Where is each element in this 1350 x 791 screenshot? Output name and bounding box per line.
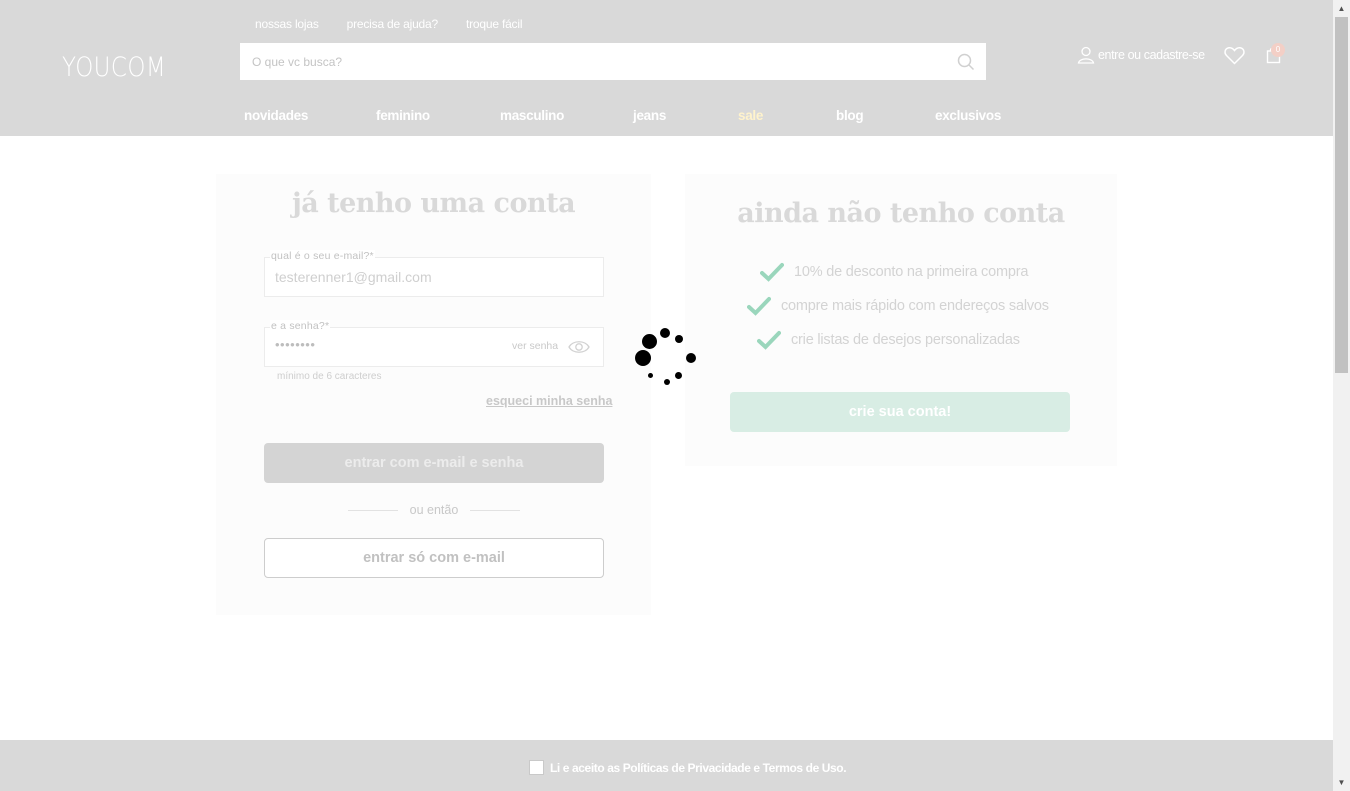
or-divider: ou então <box>348 503 520 517</box>
nav-masculino[interactable]: masculino <box>500 108 564 123</box>
top-links: nossas lojas precisa de ajuda? troque fá… <box>255 17 522 31</box>
benefit-text: 10% de desconto na primeira compra <box>794 264 1029 280</box>
scrollbar-thumb[interactable] <box>1335 17 1348 373</box>
user-icon <box>1077 46 1095 64</box>
password-label: e a senha?* <box>270 320 331 332</box>
nav-exclusivos[interactable]: exclusivos <box>935 108 1001 123</box>
check-icon <box>747 296 771 316</box>
password-value: •••••••• <box>275 337 316 352</box>
create-account-button[interactable]: crie sua conta! <box>730 392 1070 432</box>
check-icon <box>760 262 784 282</box>
scroll-up-arrow-icon[interactable]: ▲ <box>1333 0 1350 17</box>
benefit-item: 10% de desconto na primeira compra <box>760 262 1028 282</box>
nav-blog[interactable]: blog <box>836 108 864 123</box>
wishlist-heart-icon[interactable] <box>1224 46 1245 70</box>
youcom-logo[interactable]: YOUCOM <box>62 52 166 83</box>
email-only-login-button[interactable]: entrar só com e-mail <box>264 538 604 578</box>
password-hint: mínimo de 6 caracteres <box>277 371 382 382</box>
search-bar <box>240 43 986 80</box>
email-value: testerenner1@gmail.com <box>275 269 432 285</box>
privacy-consent: Li e aceito as Políticas de Privacidade … <box>529 760 847 775</box>
login-title: já tenho uma conta <box>291 188 576 219</box>
link-nossas-lojas[interactable]: nossas lojas <box>255 17 319 31</box>
cart-count-badge: 0 <box>1271 43 1285 57</box>
divider-line <box>348 509 398 511</box>
nav-feminino[interactable]: feminino <box>376 108 430 123</box>
register-title: ainda não tenho conta <box>737 198 1065 229</box>
benefit-text: crie listas de desejos personalizadas <box>791 332 1020 348</box>
loading-spinner-icon <box>630 326 700 390</box>
consent-label: Li e aceito as Políticas de Privacidade … <box>550 760 847 775</box>
link-troque-facil[interactable]: troque fácil <box>466 17 523 31</box>
link-precisa-de-ajuda[interactable]: precisa de ajuda? <box>347 17 439 31</box>
nav-sale[interactable]: sale <box>738 108 763 123</box>
benefit-text: compre mais rápido com endereços salvos <box>781 298 1049 314</box>
email-field[interactable]: testerenner1@gmail.com <box>264 257 604 297</box>
show-password-label[interactable]: ver senha <box>512 340 558 352</box>
eye-icon[interactable] <box>568 338 590 361</box>
forgot-password-link[interactable]: esqueci minha senha <box>486 394 612 408</box>
nav-jeans[interactable]: jeans <box>633 108 666 123</box>
check-icon <box>757 330 781 350</box>
login-button[interactable]: entrar com e-mail e senha <box>264 443 604 483</box>
search-input[interactable] <box>240 43 946 80</box>
account-link[interactable]: entre ou cadastre-se <box>1077 46 1205 64</box>
search-icon[interactable] <box>946 43 986 80</box>
scroll-down-arrow-icon[interactable]: ▼ <box>1333 774 1350 791</box>
nav-novidades[interactable]: novidades <box>244 108 308 123</box>
benefit-item: crie listas de desejos personalizadas <box>757 330 1020 350</box>
or-label: ou então <box>409 503 459 517</box>
consent-checkbox[interactable] <box>529 760 544 775</box>
benefit-item: compre mais rápido com endereços salvos <box>747 296 1049 316</box>
divider-line <box>469 509 520 511</box>
email-label: qual é o seu e-mail?* <box>270 250 375 262</box>
account-label: entre ou cadastre-se <box>1098 48 1205 62</box>
